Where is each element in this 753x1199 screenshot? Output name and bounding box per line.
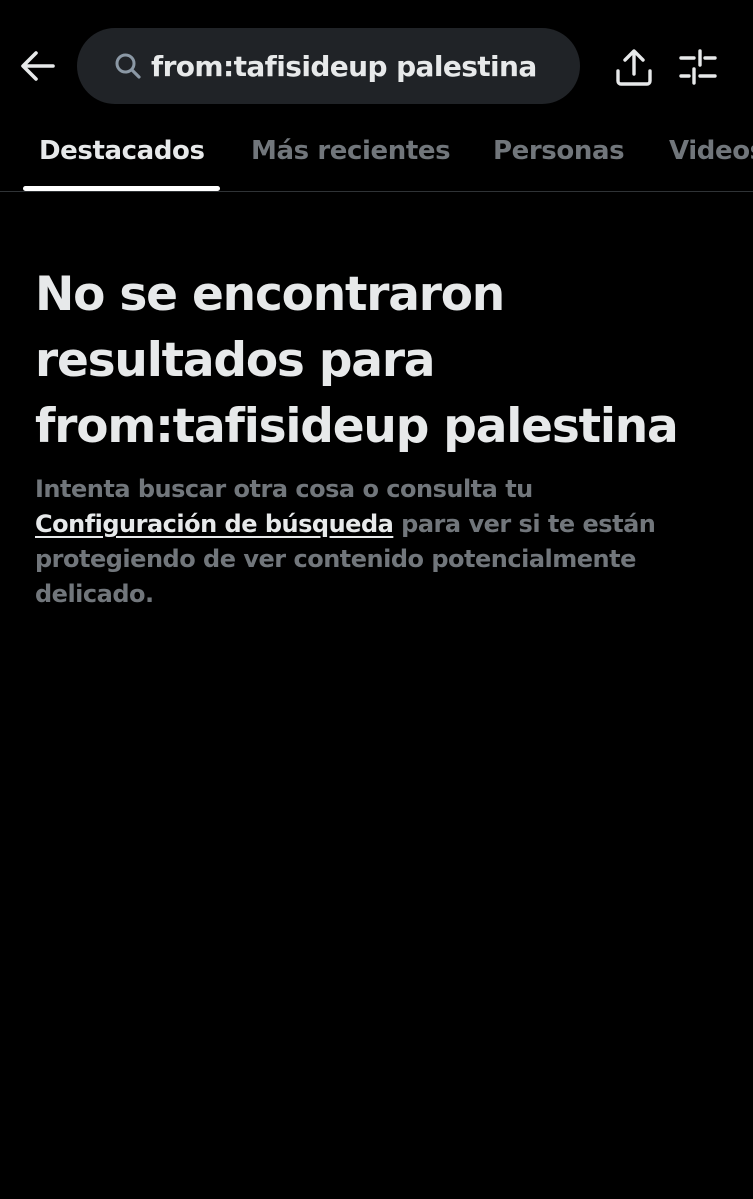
tab-mas-recientes[interactable]: Más recientes [251,110,451,191]
arrow-left-icon [21,51,55,81]
search-query[interactable]: from:tafisideup palestina [151,50,537,83]
search-field[interactable]: from:tafisideup palestina [77,28,580,104]
search-tabs: Destacados Más recientes Personas Videos [0,110,753,192]
share-upload-icon [616,49,652,86]
tab-personas[interactable]: Personas [493,110,625,191]
search-icon [113,51,143,81]
tab-videos[interactable]: Videos [669,110,753,191]
empty-state-text-prefix: Intenta buscar otra cosa o consulta tu [35,475,533,503]
sliders-filter-icon [679,49,717,85]
empty-state-message: Intenta buscar otra cosa o consulta tu C… [35,472,715,612]
tab-destacados[interactable]: Destacados [39,110,205,191]
empty-state: No se encontraron resultados para from:t… [35,262,725,612]
active-tab-indicator [23,186,220,191]
search-settings-link[interactable]: Configuración de búsqueda [35,510,394,538]
filter-button[interactable] [672,42,724,92]
back-button[interactable] [14,44,62,88]
empty-state-title: No se encontraron resultados para from:t… [35,267,679,454]
share-button[interactable] [608,42,660,92]
